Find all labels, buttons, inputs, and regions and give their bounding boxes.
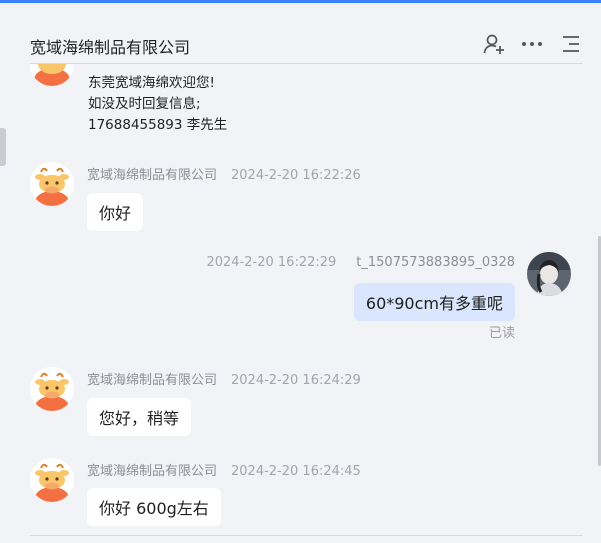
message-meta: 2024-2-20 16:22:29 t_1507573883895_0328	[206, 255, 515, 270]
message-time: 2024-2-20 16:24:29	[231, 373, 361, 388]
message-time: 2024-2-20 16:22:26	[231, 168, 361, 183]
message-bubble[interactable]: 你好	[87, 193, 144, 231]
more-icon[interactable]	[520, 32, 544, 56]
message-bubble[interactable]: 您好，稍等	[87, 398, 192, 436]
message-bubble[interactable]: 你好 600g左右	[87, 488, 221, 526]
input-divider	[30, 535, 583, 536]
shop-avatar[interactable]	[30, 458, 74, 502]
sender-name: t_1507573883895_0328	[356, 255, 515, 270]
sender-name: 宽域海绵制品有限公司	[87, 464, 218, 479]
welcome-line: 东莞宽域海绵欢迎您!	[88, 75, 215, 91]
sender-name: 宽域海绵制品有限公司	[87, 168, 218, 183]
welcome-line: 如没及时回复信息;	[88, 96, 201, 112]
chat-header: 宽域海绵制品有限公司	[0, 3, 601, 64]
chat-title: 宽域海绵制品有限公司	[30, 38, 191, 57]
message-bubble[interactable]: 60*90cm有多重呢	[353, 283, 515, 321]
welcome-text: 东莞宽域海绵欢迎您! 如没及时回复信息; 17688455893 李先生	[88, 73, 227, 136]
user-avatar[interactable]	[527, 252, 571, 296]
shop-avatar[interactable]	[30, 64, 74, 86]
add-user-icon[interactable]	[482, 32, 506, 56]
read-status: 已读	[488, 326, 515, 341]
message-time: 2024-2-20 16:24:45	[231, 464, 361, 479]
message-meta: 宽域海绵制品有限公司 2024-2-20 16:22:26	[87, 164, 361, 183]
message-list[interactable]: 东莞宽域海绵欢迎您! 如没及时回复信息; 17688455893 李先生 宽域海…	[0, 64, 601, 535]
message-time: 2024-2-20 16:22:29	[206, 255, 337, 270]
message-meta: 宽域海绵制品有限公司 2024-2-20 16:24:29	[87, 369, 361, 388]
shop-avatar[interactable]	[30, 367, 74, 411]
welcome-line: 17688455893 李先生	[88, 117, 228, 133]
shop-avatar[interactable]	[30, 162, 74, 206]
sender-name: 宽域海绵制品有限公司	[87, 373, 218, 388]
message-meta: 宽域海绵制品有限公司 2024-2-20 16:24:45	[87, 460, 361, 479]
list-menu-icon[interactable]	[559, 32, 583, 56]
